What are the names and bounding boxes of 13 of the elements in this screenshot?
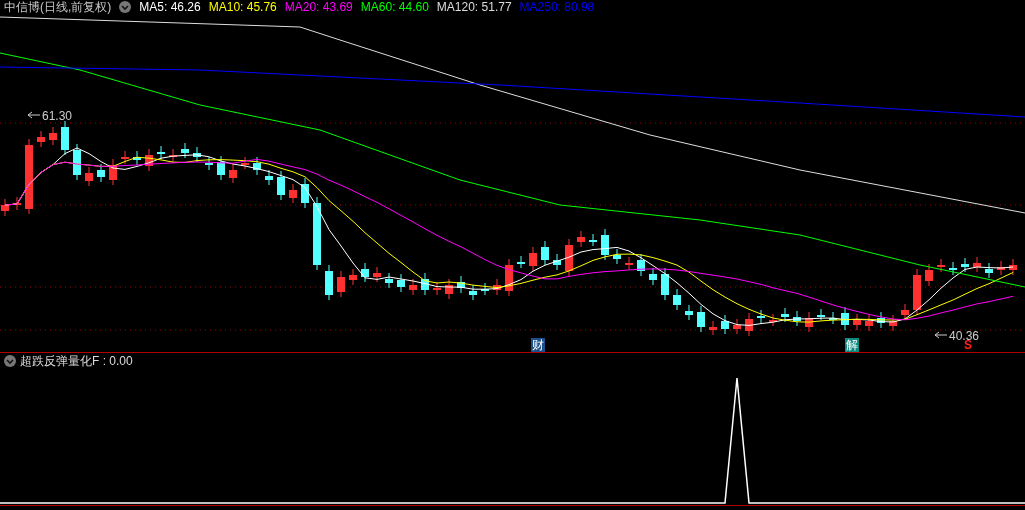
moving-average-legend: MA60: 44.60	[360, 0, 429, 15]
high-price-label: 61.30	[27, 108, 73, 123]
moving-average-legend: MA5: 46.26	[139, 0, 201, 15]
chart-title: 中信博(日线,前复权)	[4, 0, 112, 15]
moving-average-legend: MA250: 80.98	[519, 0, 595, 15]
event-badge: 财	[531, 337, 545, 352]
dropdown-icon[interactable]	[4, 355, 16, 368]
moving-average-legend: MA20: 43.69	[284, 0, 353, 15]
event-badge: 解	[845, 337, 859, 352]
moving-average-legend: MA120: 51.77	[436, 0, 512, 15]
indicator-label: 超跌反弹量化F : 0.00	[20, 352, 133, 370]
moving-average-legend: MA10: 45.76	[208, 0, 277, 15]
dropdown-icon[interactable]	[119, 1, 132, 14]
